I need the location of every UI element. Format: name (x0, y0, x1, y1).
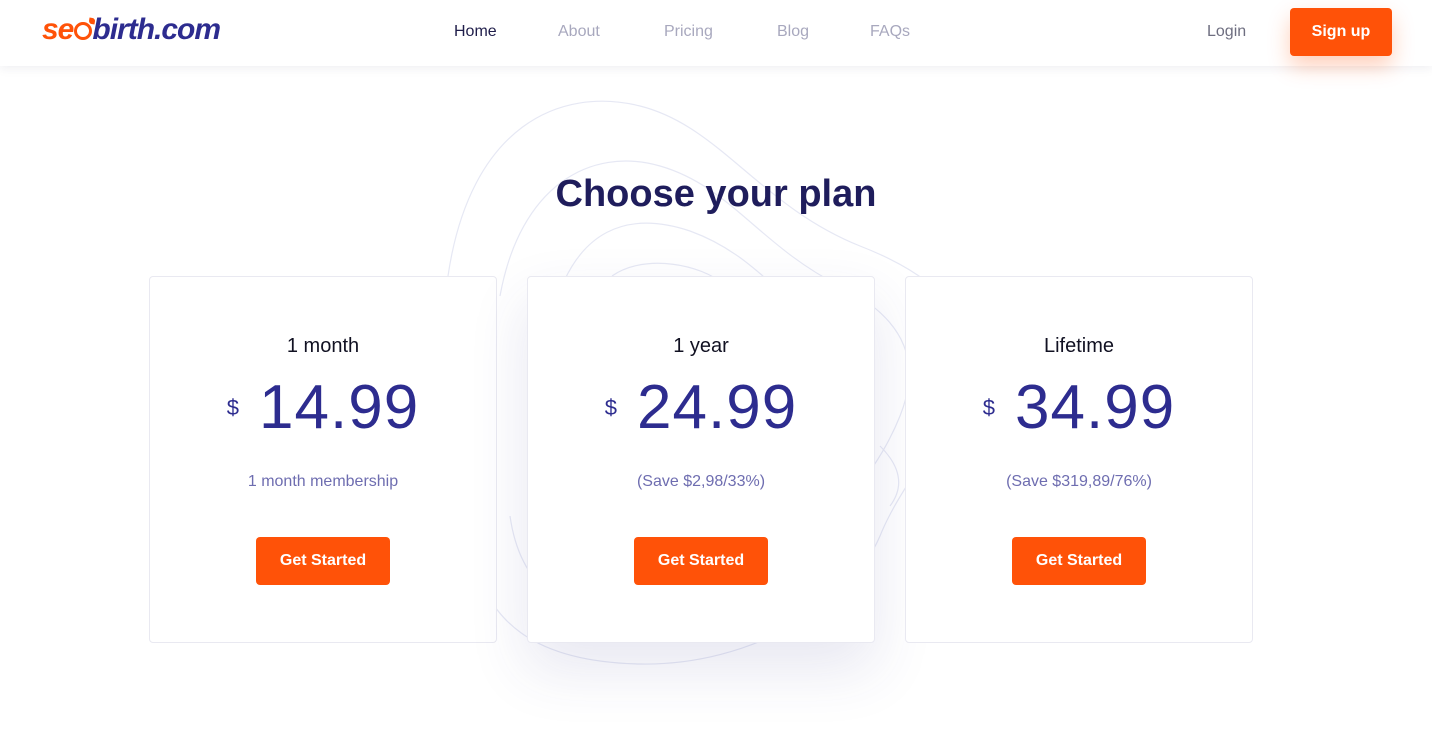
currency-symbol: $ (982, 395, 996, 420)
plan-name: 1 year (673, 335, 729, 357)
nav-home[interactable]: Home (454, 21, 497, 43)
plan-note: (Save $2,98/33%) (636, 473, 766, 490)
nav-blog[interactable]: Blog (777, 21, 809, 43)
login-link[interactable]: Login (1207, 21, 1246, 43)
get-started-button[interactable]: Get Started (1012, 537, 1146, 585)
signup-button[interactable]: Sign up (1290, 8, 1392, 56)
price-amount: 34.99 (1015, 373, 1176, 442)
page-title: Choose your plan (555, 173, 877, 215)
currency-symbol: $ (604, 395, 618, 420)
plan-price: $14.99 (150, 375, 496, 441)
logo-text-domain: birth.com (92, 13, 221, 46)
seobirth-logo[interactable]: se birth.com (42, 12, 221, 48)
plan-price: $34.99 (906, 375, 1252, 441)
get-started-button[interactable]: Get Started (256, 537, 390, 585)
nav-about[interactable]: About (558, 21, 600, 43)
plan-card-yearly: 1 year $24.99 (Save $2,98/33%) Get Start… (527, 276, 875, 643)
plan-card-monthly: 1 month $14.99 1 month membership Get St… (149, 276, 497, 643)
nav-faqs[interactable]: FAQs (870, 21, 910, 43)
plan-note: (Save $319,89/76%) (1006, 473, 1152, 490)
logo-text-seo: se (42, 13, 74, 46)
plan-name: Lifetime (1043, 335, 1115, 357)
plan-name: 1 month (286, 335, 360, 357)
plan-note: 1 month membership (247, 473, 399, 490)
currency-symbol: $ (226, 395, 240, 420)
get-started-button[interactable]: Get Started (634, 537, 768, 585)
plan-card-lifetime: Lifetime $34.99 (Save $319,89/76%) Get S… (905, 276, 1253, 643)
site-header: se birth.com Home About Pricing Blog FAQs… (0, 0, 1432, 66)
price-amount: 24.99 (637, 373, 798, 442)
nav-pricing[interactable]: Pricing (664, 21, 713, 43)
logo-seed-icon (74, 22, 93, 40)
price-amount: 14.99 (259, 373, 420, 442)
plan-price: $24.99 (528, 375, 874, 441)
